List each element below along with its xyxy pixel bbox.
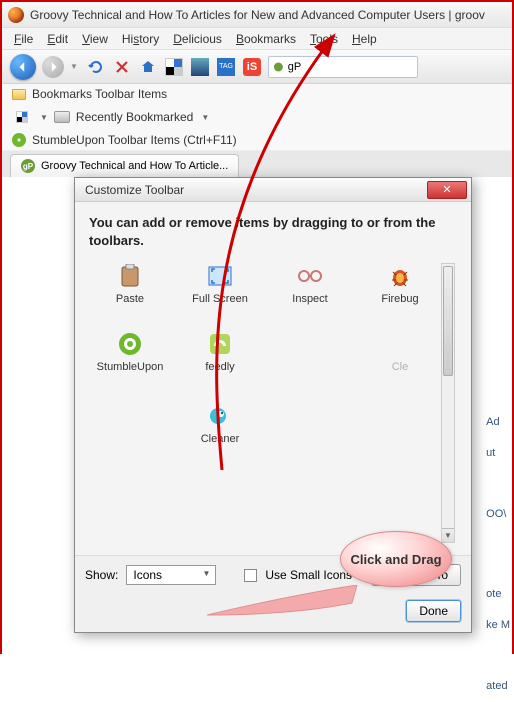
bookmarks-toolbar-row: Bookmarks Toolbar Items [2, 84, 512, 104]
dialog-title: Customize Toolbar [85, 183, 184, 197]
toolbar-icon-blue[interactable] [190, 57, 210, 77]
is-icon[interactable]: iS [242, 57, 262, 77]
nav-history-dropdown-icon[interactable]: ▼ [70, 62, 80, 71]
window-title: Groovy Technical and How To Articles for… [30, 8, 485, 22]
item-stumbleupon[interactable]: StumbleUpon [89, 331, 171, 373]
tag-icon[interactable]: TAG [216, 57, 236, 77]
inspect-icon [297, 263, 323, 289]
tab-active[interactable]: gP Groovy Technical and How To Article..… [10, 154, 239, 177]
small-icons-label: Use Small Icons [265, 568, 352, 582]
fullscreen-icon [207, 263, 233, 289]
tab-strip: gP Groovy Technical and How To Article..… [2, 151, 512, 177]
back-button[interactable] [10, 54, 36, 80]
home-button[interactable] [138, 57, 158, 77]
menu-bookmarks[interactable]: Bookmarks [230, 30, 302, 48]
item-firebug[interactable]: Firebug [359, 263, 441, 305]
item-cle-partial[interactable]: Cle [359, 331, 441, 373]
toolbar-items-panel: Paste Full Screen Inspect Firebug Stumbl… [89, 263, 457, 543]
stumbleupon-label: StumbleUpon Toolbar Items (Ctrl+F11) [32, 133, 237, 147]
show-label: Show: [85, 568, 118, 582]
stumbleupon-icon [12, 133, 26, 147]
dropdown-icon: ▼ [40, 113, 48, 122]
stop-button[interactable] [112, 57, 132, 77]
background-text-fragments: Adut OO\ ote ke M ated [486, 407, 510, 702]
paste-icon [117, 263, 143, 289]
tab-label: Groovy Technical and How To Article... [41, 160, 228, 172]
item-paste[interactable]: Paste [89, 263, 171, 305]
menu-help[interactable]: Help [346, 30, 383, 48]
menu-tools[interactable]: Tools [304, 30, 344, 48]
folder-icon [12, 89, 26, 100]
firebug-icon [387, 263, 413, 289]
menu-delicious[interactable]: Delicious [167, 30, 228, 48]
add-new-toolbar-button[interactable]: Add New To [371, 564, 461, 586]
bookmarks-toolbar-label[interactable]: Bookmarks Toolbar Items [32, 87, 167, 101]
window-titlebar: Groovy Technical and How To Articles for… [2, 2, 512, 28]
dialog-message: You can add or remove items by dragging … [89, 214, 457, 249]
item-inspect[interactable]: Inspect [269, 263, 351, 305]
menu-file[interactable]: File [8, 30, 39, 48]
dialog-titlebar[interactable]: Customize Toolbar ✕ [75, 178, 471, 202]
scrollbar-down-icon[interactable]: ▼ [442, 528, 454, 542]
menu-view[interactable]: View [76, 30, 114, 48]
tag-chip-icon [54, 111, 70, 123]
close-button[interactable]: ✕ [427, 181, 467, 199]
feedly-icon [207, 331, 233, 357]
customize-toolbar-dialog: Customize Toolbar ✕ You can add or remov… [74, 177, 472, 633]
forward-button[interactable] [42, 56, 64, 78]
dialog-footer: Show: Icons Use Small Icons Add New To [75, 555, 471, 594]
search-input[interactable] [288, 61, 413, 73]
dropdown-icon: ▼ [201, 113, 209, 122]
stumbleupon-icon [117, 331, 143, 357]
search-engine-icon [273, 61, 284, 73]
delicious-small-icon [12, 107, 32, 127]
done-button[interactable]: Done [406, 600, 461, 622]
show-select[interactable]: Icons [126, 565, 216, 585]
stumbleupon-row[interactable]: StumbleUpon Toolbar Items (Ctrl+F11) [2, 130, 512, 151]
scrollbar[interactable]: ▼ [441, 263, 455, 543]
firefox-icon [8, 7, 24, 23]
item-fullscreen[interactable]: Full Screen [179, 263, 261, 305]
cleaner-icon [207, 403, 233, 429]
menu-history[interactable]: History [116, 30, 165, 48]
recently-bookmarked-row[interactable]: ▼ Recently Bookmarked ▼ [2, 104, 512, 130]
menu-edit[interactable]: Edit [41, 30, 74, 48]
favicon-icon: gP [21, 159, 35, 173]
partial-icon [387, 331, 413, 357]
recently-bookmarked-label: Recently Bookmarked [76, 110, 193, 124]
reload-button[interactable] [86, 57, 106, 77]
delicious-icon[interactable] [164, 57, 184, 77]
search-box[interactable] [268, 56, 418, 78]
menu-bar: File Edit View History Delicious Bookmar… [2, 28, 512, 50]
item-cleaner[interactable]: Cleaner [179, 403, 261, 445]
small-icons-checkbox[interactable] [244, 569, 257, 582]
item-feedly[interactable]: feedly [179, 331, 261, 373]
content-area: Adut OO\ ote ke M ated Customize Toolbar… [2, 177, 512, 697]
scrollbar-thumb[interactable] [443, 266, 453, 376]
navigation-toolbar: ▼ TAG iS [2, 50, 512, 84]
